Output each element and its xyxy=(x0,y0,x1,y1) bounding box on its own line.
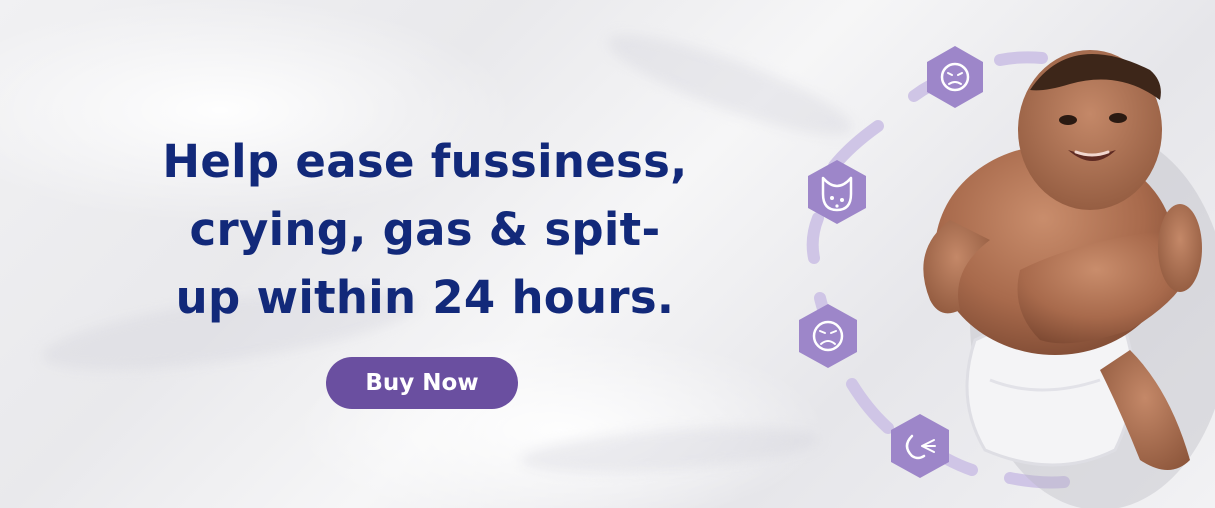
baby-photo xyxy=(923,50,1215,508)
crying-face-icon xyxy=(799,304,857,368)
hero-banner: Help ease fussiness, crying, gas & spit-… xyxy=(0,0,1215,508)
